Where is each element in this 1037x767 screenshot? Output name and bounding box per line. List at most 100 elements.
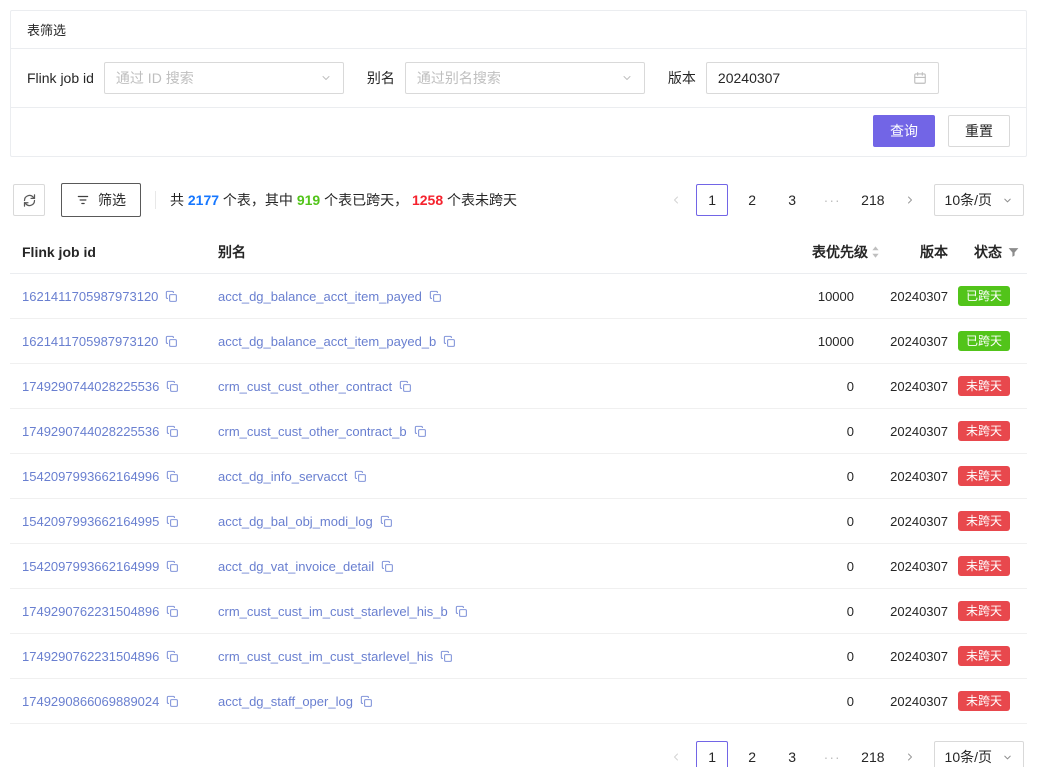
flink-job-id-link[interactable]: 1749290866069889024 [22, 694, 159, 709]
sort-carets-icon[interactable] [871, 245, 880, 259]
calendar-icon [913, 71, 927, 85]
status-badge: 已跨天 [958, 286, 1010, 306]
copy-icon[interactable] [166, 605, 179, 618]
alias-link[interactable]: crm_cust_cust_im_cust_starlevel_his_b [218, 604, 448, 619]
copy-icon[interactable] [354, 470, 367, 483]
table-body: 1621411705987973120 acct_dg_balance_acct… [10, 274, 1027, 724]
alias-link[interactable]: crm_cust_cust_other_contract [218, 379, 392, 394]
flink-job-id-link[interactable]: 1749290744028225536 [22, 424, 159, 439]
page-button-1[interactable]: 1 [696, 741, 728, 767]
alias-link[interactable]: acct_dg_balance_acct_item_payed_b [218, 334, 436, 349]
page-button-1[interactable]: 1 [696, 184, 728, 216]
filter-funnel-icon[interactable] [1007, 246, 1020, 259]
flink-job-id-link[interactable]: 1621411705987973120 [22, 289, 158, 304]
page-button-last[interactable]: 218 [856, 741, 889, 767]
copy-icon[interactable] [455, 605, 468, 618]
column-header-status: 状态 [950, 231, 1027, 273]
copy-icon[interactable] [166, 650, 179, 663]
version-value: 20240307 [880, 424, 950, 439]
alias-link[interactable]: acct_dg_bal_obj_modi_log [218, 514, 373, 529]
copy-icon[interactable] [443, 335, 456, 348]
alias-cell: acct_dg_balance_acct_item_payed_b [206, 334, 720, 349]
alias-select[interactable]: 通过别名搜索 [405, 62, 645, 94]
query-button[interactable]: 查询 [873, 115, 935, 147]
alias-cell: crm_cust_cust_other_contract_b [206, 424, 720, 439]
reset-button[interactable]: 重置 [948, 115, 1010, 147]
copy-icon[interactable] [166, 560, 179, 573]
alias-link[interactable]: acct_dg_balance_acct_item_payed [218, 289, 422, 304]
page-button-2[interactable]: 2 [736, 184, 768, 216]
alias-link[interactable]: crm_cust_cust_im_cust_starlevel_his [218, 649, 433, 664]
flink-job-id-cell: 1542097993662164999 [10, 559, 206, 574]
copy-icon[interactable] [165, 335, 178, 348]
alias-link[interactable]: crm_cust_cust_other_contract_b [218, 424, 407, 439]
status-header-label: 状态 [974, 242, 1002, 262]
filter-toggle-button[interactable]: 筛选 [61, 183, 141, 217]
flink-job-id-cell: 1749290744028225536 [10, 424, 206, 439]
page-jump-ellipsis[interactable]: ··· [816, 184, 848, 216]
alias-link[interactable]: acct_dg_staff_oper_log [218, 694, 353, 709]
table-row: 1749290744028225536 crm_cust_cust_other_… [10, 409, 1027, 454]
page-size-value: 10条/页 [945, 747, 992, 767]
alias-cell: acct_dg_info_servacct [206, 469, 720, 484]
flink-job-id-cell: 1542097993662164995 [10, 514, 206, 529]
page-size-select[interactable]: 10条/页 [934, 741, 1024, 767]
flink-job-id-cell: 1749290762231504896 [10, 604, 206, 619]
copy-icon[interactable] [381, 560, 394, 573]
refresh-button[interactable] [13, 184, 45, 216]
alias-link[interactable]: acct_dg_vat_invoice_detail [218, 559, 374, 574]
page-jump-ellipsis[interactable]: ··· [816, 741, 848, 767]
flink-job-id-link[interactable]: 1542097993662164996 [22, 469, 159, 484]
version-date-input[interactable] [718, 70, 913, 86]
copy-icon[interactable] [380, 515, 393, 528]
page-button-3[interactable]: 3 [776, 741, 808, 767]
table-row: 1749290866069889024 acct_dg_staff_oper_l… [10, 679, 1027, 724]
priority-value: 10000 [720, 289, 880, 304]
next-page-button[interactable] [898, 741, 922, 767]
copy-icon[interactable] [166, 425, 179, 438]
flink-job-id-link[interactable]: 1749290762231504896 [22, 604, 159, 619]
filter-card-title: 表筛选 [11, 11, 1026, 49]
copy-icon[interactable] [429, 290, 442, 303]
page-button-2[interactable]: 2 [736, 741, 768, 767]
page-size-select[interactable]: 10条/页 [934, 184, 1024, 216]
version-value: 20240307 [880, 379, 950, 394]
flink-job-id-link[interactable]: 1749290744028225536 [22, 379, 159, 394]
priority-value: 0 [720, 469, 880, 484]
flink-job-id-select[interactable]: 通过 ID 搜索 [104, 62, 344, 94]
version-value: 20240307 [880, 604, 950, 619]
table-row: 1749290744028225536 crm_cust_cust_other_… [10, 364, 1027, 409]
flink-job-id-link[interactable]: 1542097993662164995 [22, 514, 159, 529]
toolbar: 筛选 共 2177 个表，其中 919 个表已跨天， 1258 个表未跨天 1 … [10, 183, 1027, 217]
status-badge: 未跨天 [958, 691, 1010, 711]
flink-job-id-cell: 1749290744028225536 [10, 379, 206, 394]
results-table: Flink job id 别名 表优先级 版本 状态 1621411705987… [10, 231, 1027, 724]
status-cell: 未跨天 [950, 466, 1027, 486]
copy-icon[interactable] [440, 650, 453, 663]
copy-icon[interactable] [399, 380, 412, 393]
flink-job-id-link[interactable]: 1621411705987973120 [22, 334, 158, 349]
flink-job-id-link[interactable]: 1542097993662164999 [22, 559, 159, 574]
copy-icon[interactable] [360, 695, 373, 708]
copy-icon[interactable] [414, 425, 427, 438]
flink-job-id-link[interactable]: 1749290762231504896 [22, 649, 159, 664]
copy-icon[interactable] [165, 290, 178, 303]
page-button-last[interactable]: 218 [856, 184, 889, 216]
table-row: 1621411705987973120 acct_dg_balance_acct… [10, 319, 1027, 364]
status-badge: 未跨天 [958, 421, 1010, 441]
filter-lines-icon [76, 193, 90, 207]
alias-link[interactable]: acct_dg_info_servacct [218, 469, 347, 484]
prev-page-button[interactable] [664, 741, 688, 767]
copy-icon[interactable] [166, 470, 179, 483]
prev-page-button[interactable] [664, 184, 688, 216]
table-row: 1542097993662164999 acct_dg_vat_invoice_… [10, 544, 1027, 589]
copy-icon[interactable] [166, 380, 179, 393]
status-cell: 未跨天 [950, 556, 1027, 576]
column-header-priority[interactable]: 表优先级 [720, 231, 880, 273]
priority-value: 0 [720, 649, 880, 664]
copy-icon[interactable] [166, 515, 179, 528]
table-row: 1749290762231504896 crm_cust_cust_im_cus… [10, 634, 1027, 679]
copy-icon[interactable] [166, 695, 179, 708]
next-page-button[interactable] [898, 184, 922, 216]
page-button-3[interactable]: 3 [776, 184, 808, 216]
